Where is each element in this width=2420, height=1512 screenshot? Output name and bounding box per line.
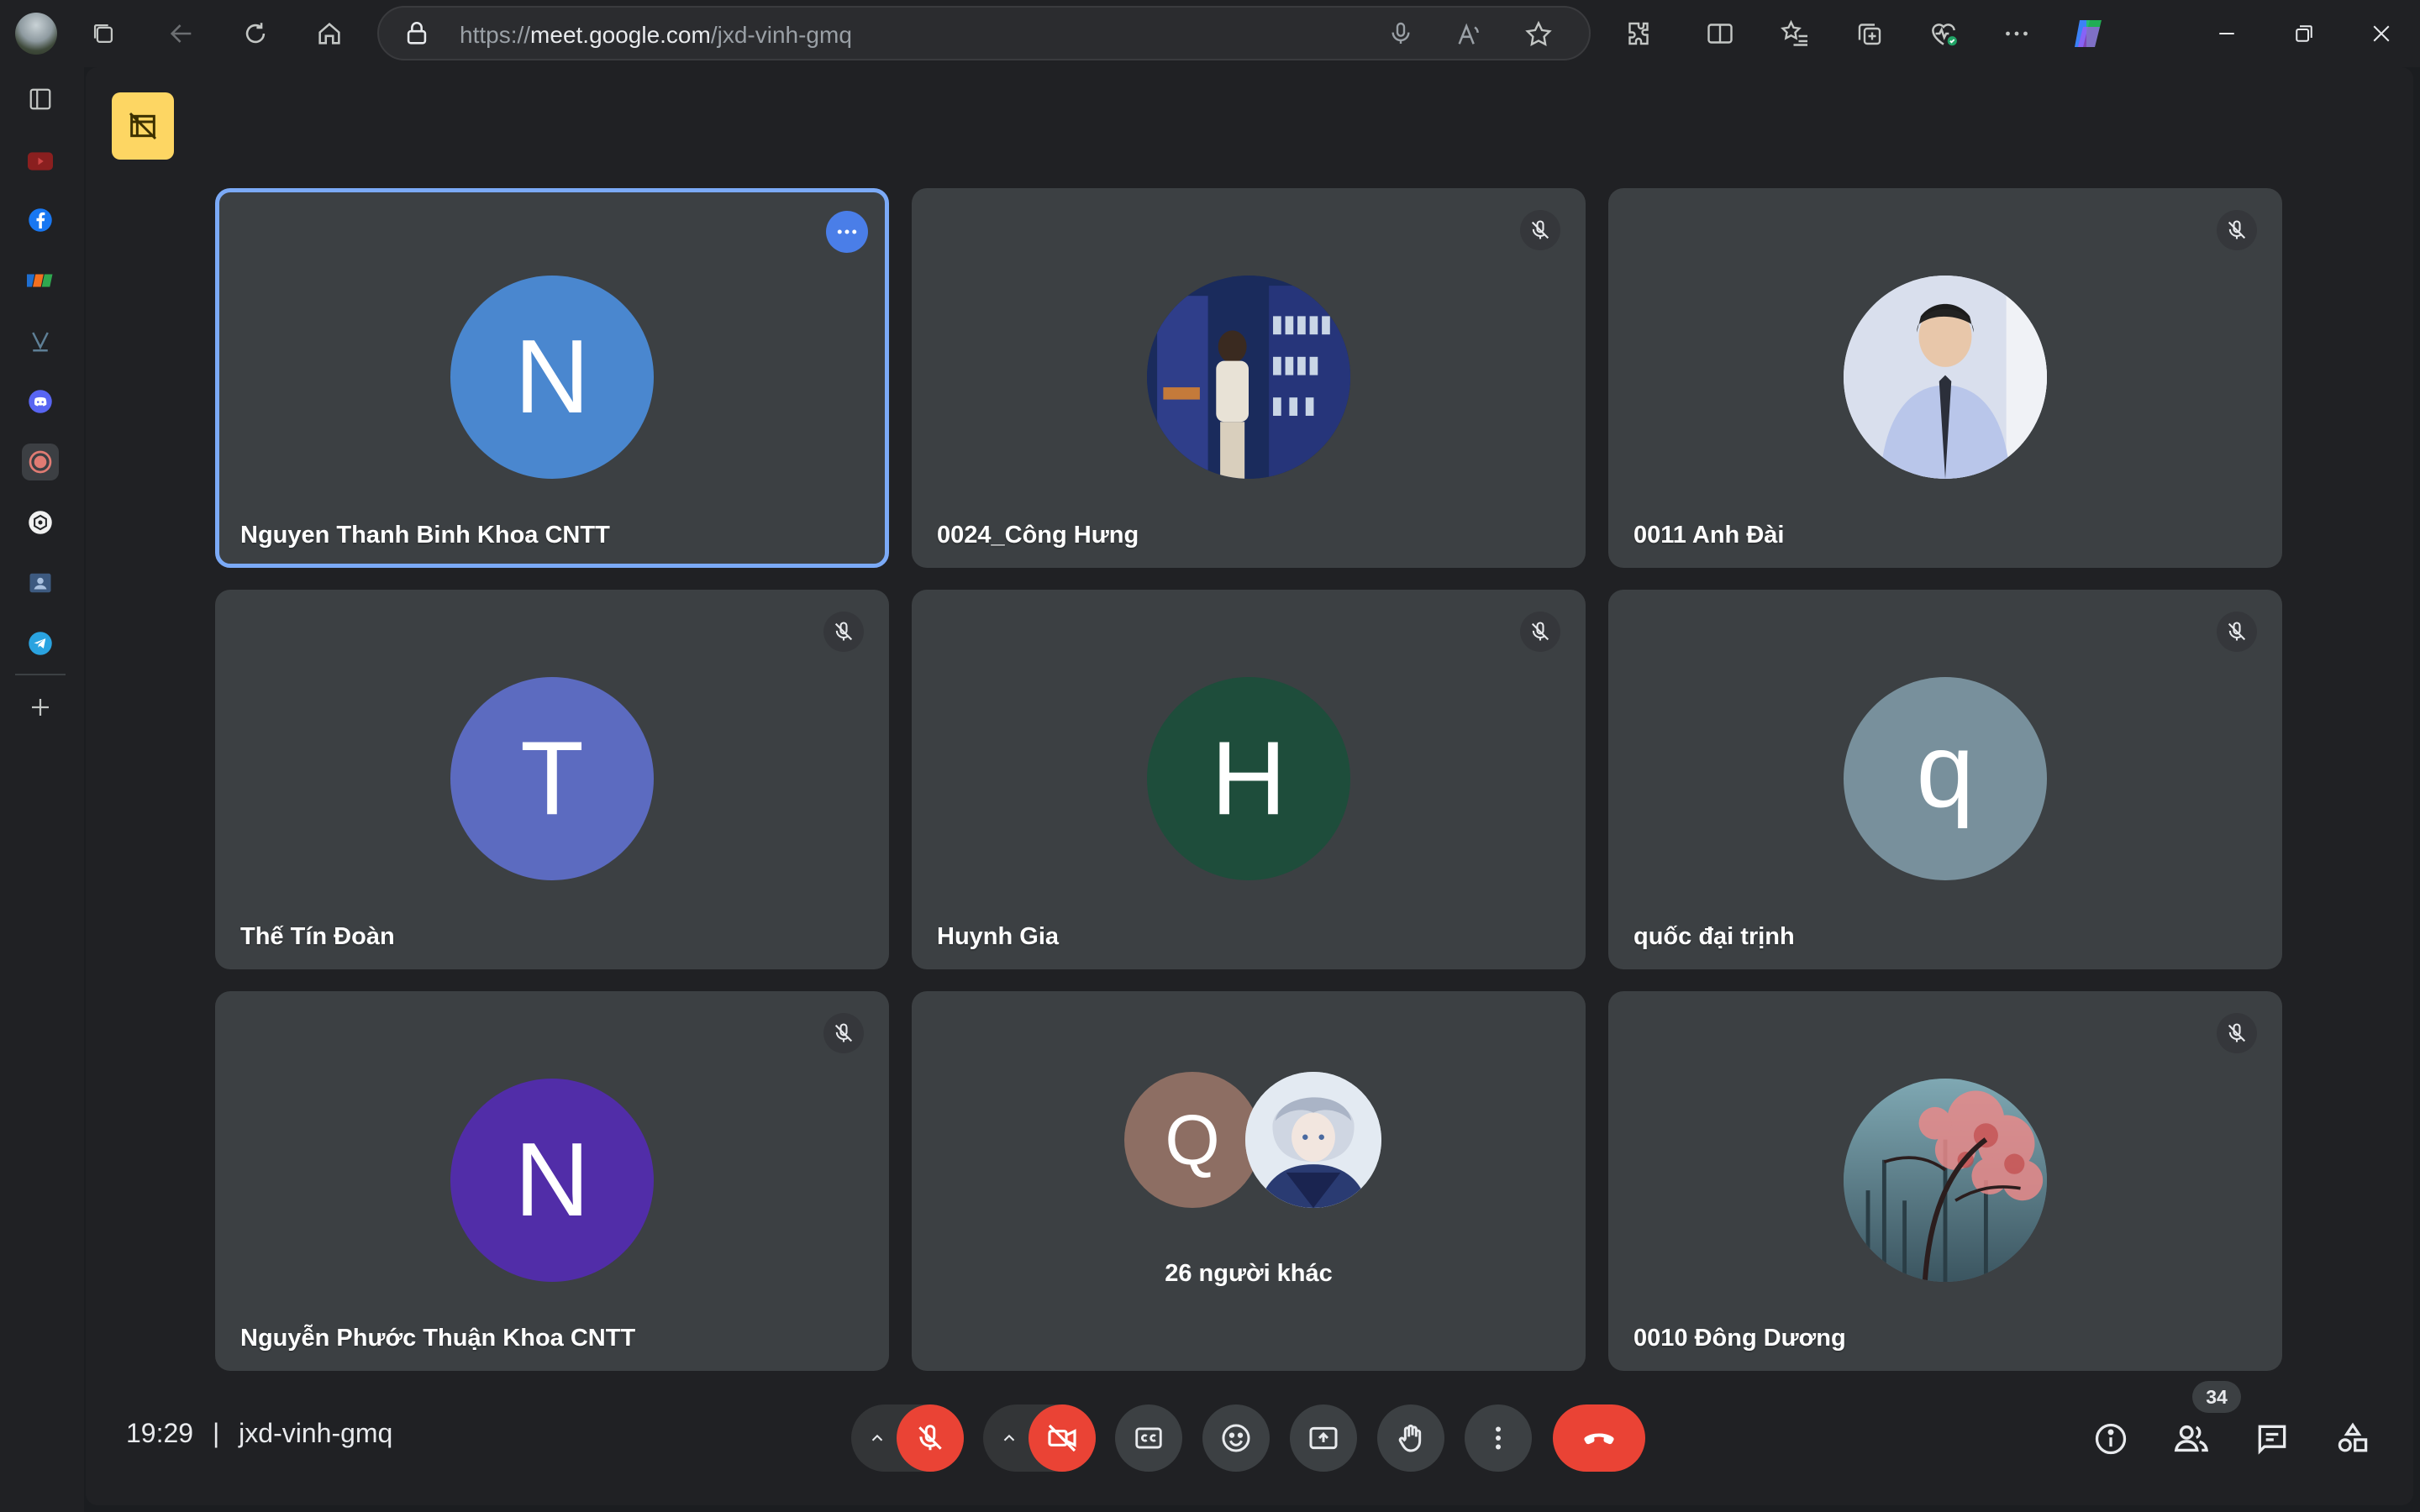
favorites-list-icon[interactable] (1778, 17, 1812, 50)
extensions-icon[interactable] (1622, 17, 1655, 50)
participant-tile[interactable]: q quốc đại trịnh (1608, 590, 2282, 969)
mic-off-icon (823, 612, 864, 652)
chatgpt-icon[interactable] (22, 504, 59, 541)
fpt-icon[interactable] (22, 262, 59, 299)
telegram-icon[interactable] (22, 625, 59, 662)
v-logo-icon[interactable] (22, 323, 59, 360)
minimize-icon[interactable] (2210, 17, 2244, 50)
url-text[interactable]: https://meet.google.com/jxd-vinh-gmq (460, 22, 852, 49)
meet-main: N Nguyen Thanh Binh Khoa CNTT 0024_Công … (86, 67, 2413, 1505)
others-tile[interactable]: Q 26 người khác (912, 991, 1586, 1371)
notice-badge[interactable] (112, 92, 174, 160)
refresh-icon[interactable] (239, 17, 272, 50)
mic-off-icon (2217, 210, 2257, 250)
participant-tile[interactable]: 0011 Anh Đài (1608, 188, 2282, 568)
participant-name: 0011 Anh Đài (1634, 522, 1785, 549)
sidebar-divider (15, 674, 66, 675)
participant-name: Huynh Gia (937, 923, 1060, 950)
home-icon[interactable] (313, 17, 346, 50)
present-screen-button[interactable] (1290, 1404, 1357, 1472)
browser-sidebar (0, 67, 84, 1512)
mic-off-icon (823, 1013, 864, 1053)
profile-avatar[interactable] (15, 13, 57, 55)
people-icon[interactable] (2168, 1415, 2215, 1462)
mic-off-icon (2217, 612, 2257, 652)
microphone-icon[interactable] (1387, 20, 1414, 47)
participant-name: 0024_Công Hưng (937, 522, 1139, 549)
layout-icon[interactable] (22, 81, 59, 118)
meeting-code: jxd-vinh-gmq (239, 1418, 393, 1448)
url-prefix: https:// (460, 22, 531, 48)
microphone-toggle-button[interactable] (897, 1404, 964, 1472)
youtube-icon[interactable] (22, 143, 59, 180)
restore-icon[interactable] (2287, 17, 2321, 50)
collections-icon[interactable] (1853, 17, 1886, 50)
participant-name: 0010 Đông Dương (1634, 1325, 1846, 1352)
close-window-icon[interactable] (2365, 17, 2398, 50)
participants-count-badge: 34 (2192, 1381, 2241, 1413)
browser-titlebar: https://meet.google.com/jxd-vinh-gmq (0, 0, 2420, 67)
others-count-label: 26 người khác (1165, 1260, 1333, 1287)
settings-more-icon[interactable] (2000, 17, 2033, 50)
chat-icon[interactable] (2249, 1415, 2296, 1462)
end-call-button[interactable] (1553, 1404, 1645, 1472)
mic-off-icon (1520, 210, 1560, 250)
participant-name: Thế Tín Đoàn (240, 923, 395, 950)
audio-settings-chevron-up-icon[interactable] (862, 1404, 892, 1472)
participant-tile[interactable]: H Huynh Gia (912, 590, 1586, 969)
url-path: /jxd-vinh-gmq (710, 22, 852, 48)
record-icon[interactable] (22, 444, 59, 480)
add-icon[interactable] (22, 689, 59, 726)
participant-name: Nguyen Thanh Binh Khoa CNTT (240, 522, 610, 549)
url-host: meet.google.com (530, 22, 711, 48)
meeting-separator: | (212, 1418, 220, 1448)
copilot-icon[interactable] (2067, 13, 2109, 55)
participant-photo (1844, 1079, 2047, 1282)
more-options-button[interactable] (1465, 1404, 1532, 1472)
captions-button[interactable] (1115, 1404, 1182, 1472)
back-icon[interactable] (165, 17, 198, 50)
participant-tile[interactable]: 0024_Công Hưng (912, 188, 1586, 568)
address-bar[interactable]: https://meet.google.com/jxd-vinh-gmq (377, 6, 1591, 60)
participant-name: quốc đại trịnh (1634, 923, 1795, 950)
participant-photo (1147, 276, 1350, 479)
browser-essentials-icon[interactable] (1927, 17, 1960, 50)
more-options-icon[interactable] (826, 211, 868, 253)
participant-tile[interactable]: 0010 Đông Dương (1608, 991, 2282, 1371)
participant-avatar: T (450, 677, 654, 880)
favorite-star-icon[interactable] (1523, 19, 1554, 50)
emoji-reaction-button[interactable] (1202, 1404, 1270, 1472)
activities-icon[interactable] (2329, 1415, 2376, 1462)
participant-avatar: N (450, 276, 654, 479)
participant-tile[interactable]: T Thế Tín Đoàn (215, 590, 889, 969)
participant-avatar: H (1147, 677, 1350, 880)
participant-avatar: N (450, 1079, 654, 1282)
participant-tile[interactable]: N Nguyễn Phước Thuận Khoa CNTT (215, 991, 889, 1371)
participant-name: Nguyễn Phước Thuận Khoa CNTT (240, 1325, 636, 1352)
participant-photo (1844, 276, 2047, 479)
raise-hand-button[interactable] (1377, 1404, 1444, 1472)
meeting-details-info-icon[interactable] (2087, 1415, 2134, 1462)
read-aloud-icon[interactable] (1455, 20, 1483, 49)
others-avatar-photo (1245, 1072, 1381, 1208)
facebook-icon[interactable] (22, 202, 59, 239)
workspaces-icon[interactable] (87, 17, 120, 50)
camera-toggle-button[interactable] (1028, 1404, 1096, 1472)
split-screen-icon[interactable] (1703, 17, 1737, 50)
video-settings-chevron-up-icon[interactable] (994, 1404, 1024, 1472)
others-avatar-initial: Q (1124, 1072, 1260, 1208)
contact-card-icon[interactable] (22, 564, 59, 601)
meeting-info: 19:29 | jxd-vinh-gmq (126, 1418, 392, 1449)
discord-icon[interactable] (22, 383, 59, 420)
meeting-time: 19:29 (126, 1418, 194, 1448)
participant-avatar: q (1844, 677, 2047, 880)
mic-off-icon (1520, 612, 1560, 652)
lock-icon[interactable] (402, 19, 431, 48)
mic-off-icon (2217, 1013, 2257, 1053)
participant-tile[interactable]: N Nguyen Thanh Binh Khoa CNTT (215, 188, 889, 568)
